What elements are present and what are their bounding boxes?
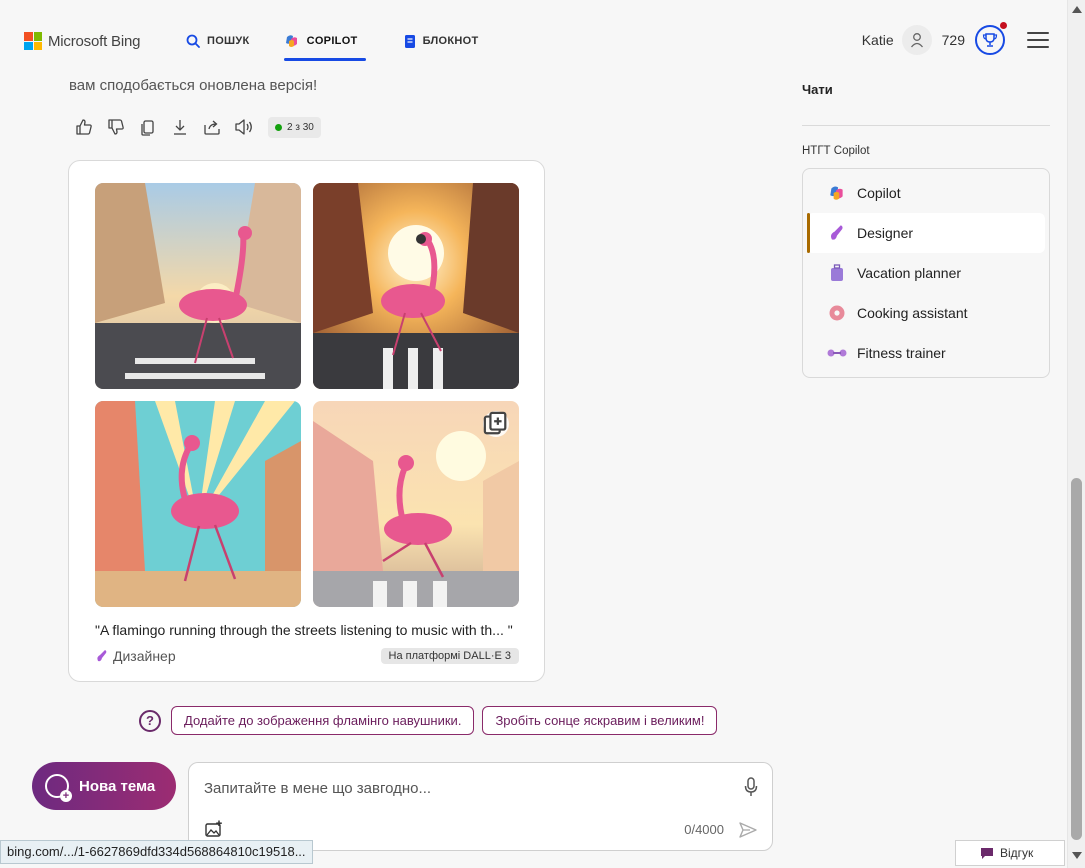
main-nav: ПОШУК COPILOT БЛОКНОТ <box>172 30 493 61</box>
user-area: Katie 729 <box>862 22 1049 55</box>
nav-copilot-label: COPILOT <box>306 35 358 47</box>
bing-logo[interactable]: Microsoft Bing <box>24 32 140 50</box>
chat-input[interactable] <box>204 775 724 801</box>
dalle-badge: На платформі DALL·E 3 <box>380 648 519 664</box>
sidebar-divider <box>802 125 1050 126</box>
copy-icon <box>141 120 154 136</box>
feedback-icon <box>981 847 993 859</box>
speaker-icon <box>235 119 252 135</box>
share-icon <box>204 120 220 135</box>
gpt-item-label: Designer <box>857 225 914 241</box>
generated-image-1[interactable] <box>95 183 301 389</box>
generated-image-2[interactable] <box>313 183 519 389</box>
creator-name: Дизайнер <box>113 648 176 664</box>
gpt-item-label: Cooking assistant <box>857 305 968 321</box>
gpt-item-vacation-planner[interactable]: Vacation planner <box>807 253 1045 293</box>
copilot-icon <box>285 35 297 47</box>
scroll-down-arrow-icon[interactable] <box>1072 852 1082 859</box>
feedback-button[interactable]: Відгук <box>955 840 1065 866</box>
nav-search[interactable]: ПОШУК <box>172 30 264 52</box>
composer-box: 0/4000 <box>188 762 773 851</box>
gpt-list: Copilot Designer Vacation planner Cookin… <box>802 168 1050 378</box>
status-dot <box>275 123 282 131</box>
add-to-collection-icon[interactable] <box>483 411 509 437</box>
response-counter-text: 2 з 30 <box>287 121 314 133</box>
suggestions-row: ? Додайте до зображення фламінго навушни… <box>139 706 718 735</box>
sidebar-title: Чати <box>802 82 833 97</box>
suitcase-icon <box>827 263 847 283</box>
nav-notebook-label: БЛОКНОТ <box>422 35 479 47</box>
copilot-icon <box>827 183 847 203</box>
top-header: Microsoft Bing ПОШУК COPILOT БЛОКНОТ Kat… <box>0 0 1067 70</box>
read-aloud-button[interactable] <box>234 116 254 138</box>
response-counter: 2 з 30 <box>268 116 321 138</box>
share-button[interactable] <box>202 116 222 138</box>
page-scrollbar[interactable] <box>1067 0 1085 868</box>
send-icon[interactable] <box>738 821 758 844</box>
generated-image-4[interactable] <box>313 401 519 607</box>
user-avatar-icon[interactable] <box>901 25 932 55</box>
donut-icon <box>827 303 847 323</box>
thumbs-down-icon <box>108 119 124 135</box>
message-actions: 2 з 30 <box>74 116 321 138</box>
suggestion-chip-1[interactable]: Додайте до зображення фламінго навушники… <box>171 706 475 735</box>
char-counter: 0/4000 <box>684 822 724 837</box>
download-icon <box>174 120 186 135</box>
gpt-item-copilot[interactable]: Copilot <box>807 173 1045 213</box>
gpt-item-fitness-trainer[interactable]: Fitness trainer <box>807 333 1045 373</box>
image-result-card: "A flamingo running through the streets … <box>68 160 545 682</box>
dumbbell-icon <box>827 343 847 363</box>
rewards-trophy-icon[interactable] <box>975 22 1007 55</box>
new-topic-label: Нова тема <box>79 777 156 795</box>
creator-label[interactable]: Дизайнер <box>95 648 176 664</box>
gpt-item-label: Fitness trainer <box>857 345 946 361</box>
user-name[interactable]: Katie <box>862 32 894 48</box>
microsoft-logo-icon <box>24 32 42 50</box>
nav-copilot[interactable]: COPILOT <box>270 30 372 61</box>
feedback-label: Відгук <box>1000 846 1034 860</box>
designer-icon <box>827 223 847 243</box>
thumbs-up-icon <box>76 119 92 135</box>
generated-image-3[interactable] <box>95 401 301 607</box>
scroll-up-arrow-icon[interactable] <box>1072 6 1082 13</box>
gpt-item-label: Copilot <box>857 185 901 201</box>
designer-icon <box>97 650 107 662</box>
nav-notebook[interactable]: БЛОКНОТ <box>390 30 493 52</box>
new-chat-icon <box>45 774 72 802</box>
download-button[interactable] <box>170 116 190 138</box>
nav-search-label: ПОШУК <box>207 35 250 47</box>
notebook-icon <box>404 34 415 48</box>
help-question-icon[interactable]: ? <box>139 709 161 732</box>
gpt-section-label: НТГТ Copilot <box>802 145 870 157</box>
notification-dot <box>1000 22 1007 29</box>
rewards-points[interactable]: 729 <box>942 32 965 48</box>
image-prompt-text: "A flamingo running through the streets … <box>95 622 513 638</box>
gpt-item-label: Vacation planner <box>857 265 962 281</box>
dislike-button[interactable] <box>106 116 126 138</box>
scrollbar-thumb[interactable] <box>1071 478 1082 840</box>
menu-icon[interactable] <box>1027 32 1049 48</box>
logo-text: Microsoft Bing <box>48 32 141 50</box>
search-icon <box>186 34 200 48</box>
suggestion-chip-2[interactable]: Зробіть сонце яскравим і великим! <box>482 706 718 735</box>
microphone-icon[interactable] <box>744 777 758 802</box>
new-topic-button[interactable]: Нова тема <box>32 762 176 810</box>
like-button[interactable] <box>74 116 94 138</box>
copy-button[interactable] <box>138 116 158 138</box>
gpt-item-designer[interactable]: Designer <box>807 213 1045 253</box>
status-bar-url: bing.com/.../1-6627869dfd334d568864810c1… <box>0 840 313 864</box>
previous-message-text: вам сподобається оновлена версія! <box>69 77 318 94</box>
gpt-item-cooking-assistant[interactable]: Cooking assistant <box>807 293 1045 333</box>
